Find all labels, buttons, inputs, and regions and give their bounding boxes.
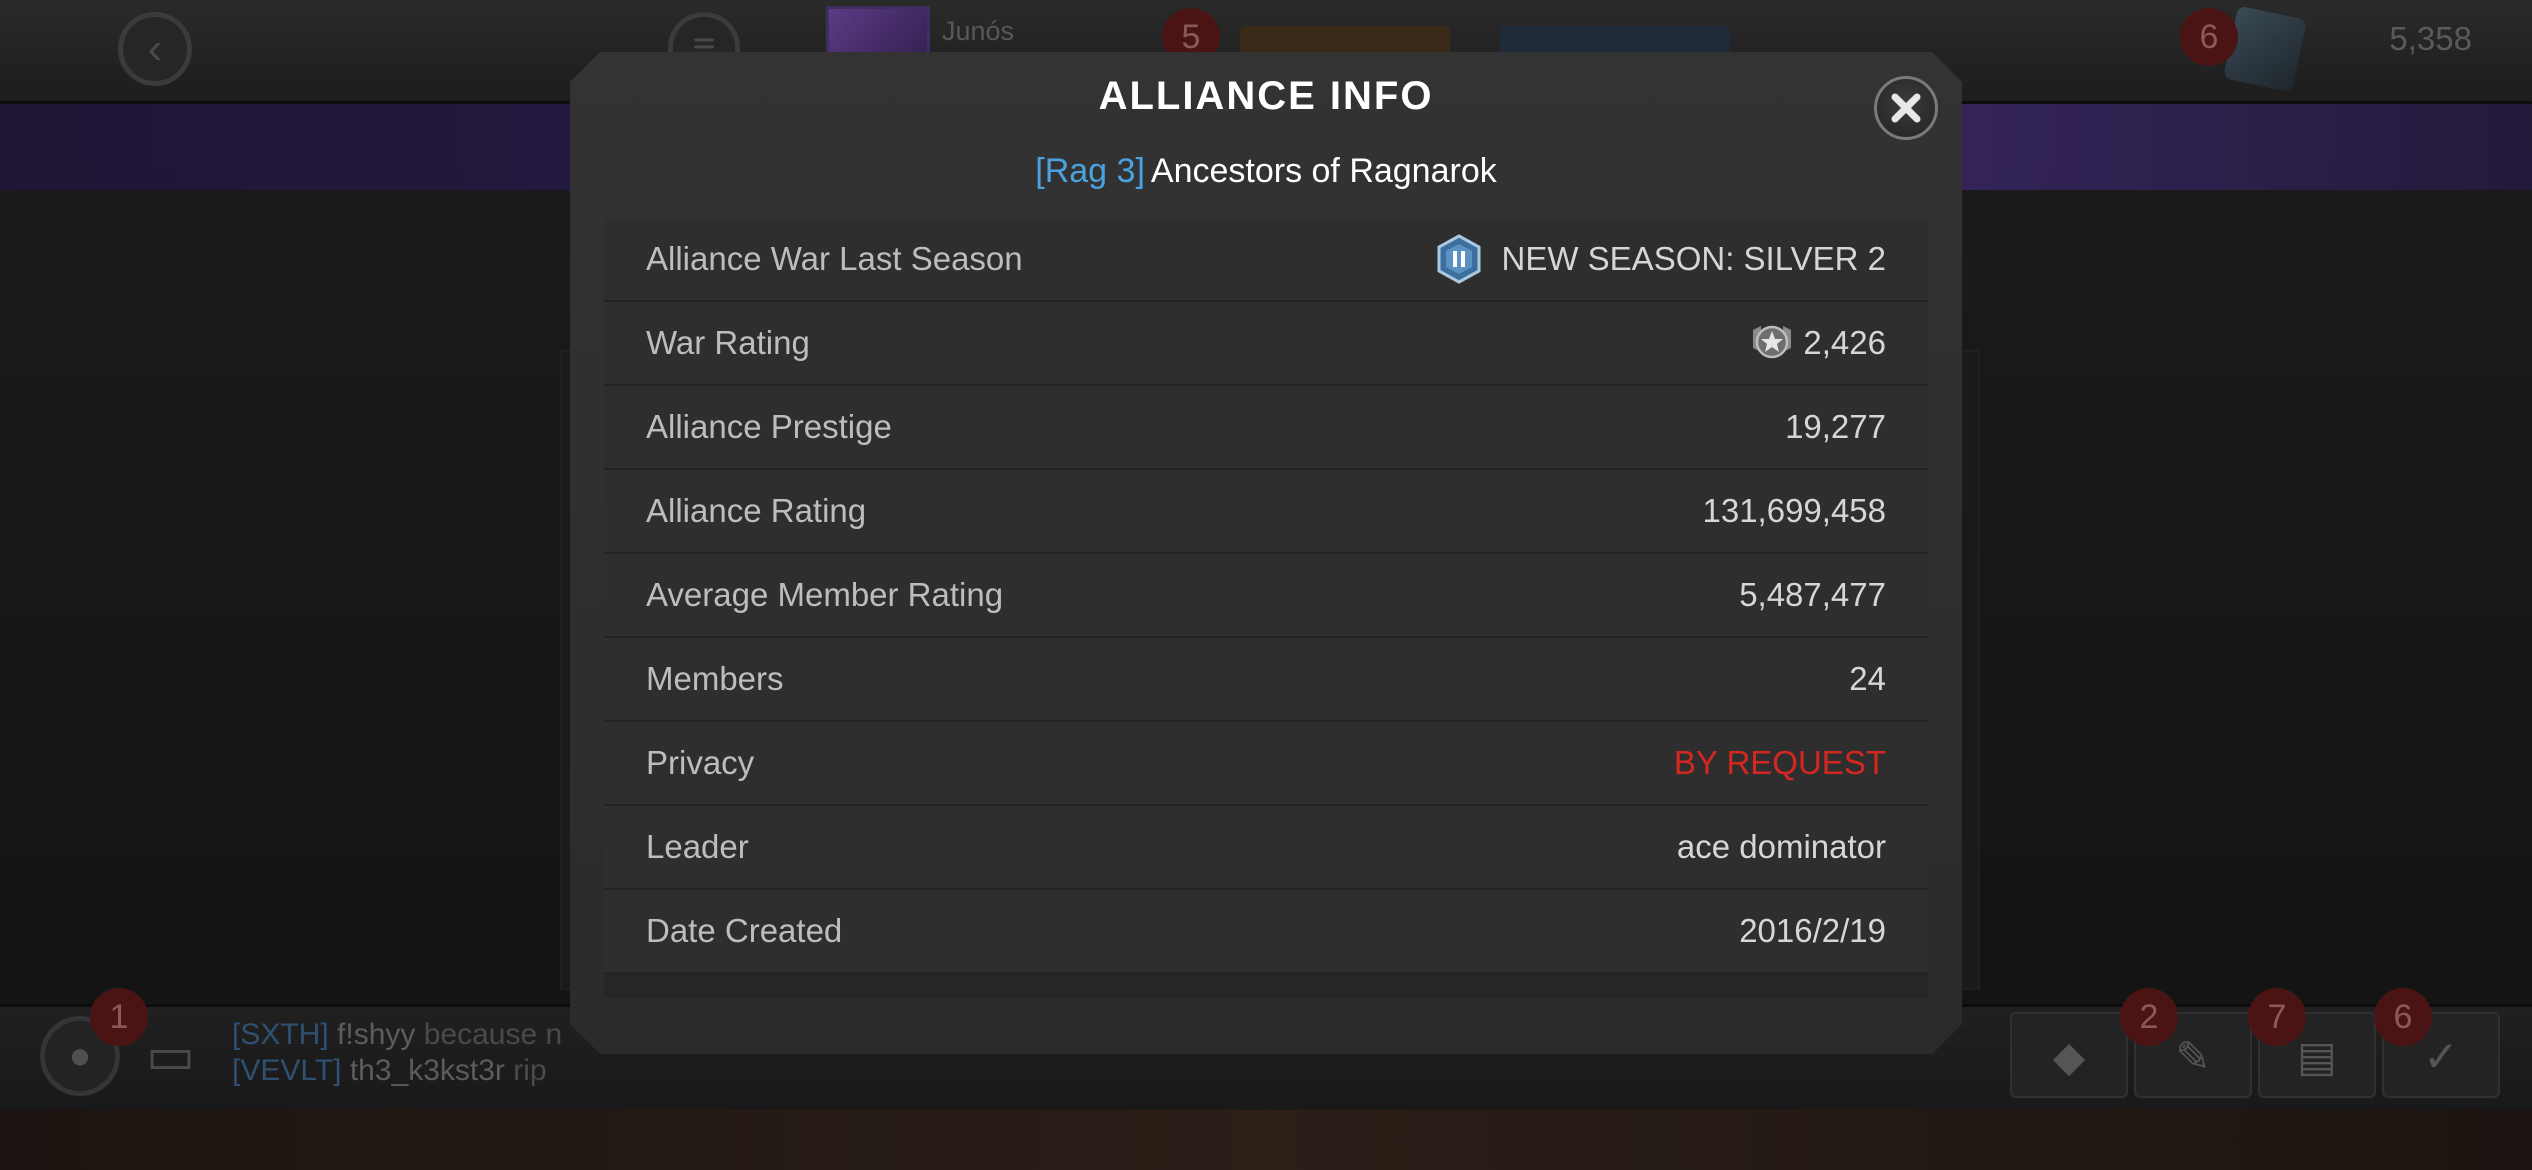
row-value: 2016/2/19 — [1739, 912, 1886, 949]
row-date-created: Date Created 2016/2/19 — [604, 890, 1928, 974]
units-count[interactable]: 5,358 — [2389, 20, 2472, 58]
row-label: Average Member Rating — [646, 576, 1004, 613]
row-label: Members — [646, 660, 784, 697]
row-average-member-rating: Average Member Rating 5,487,477 — [604, 554, 1928, 638]
chat-tag: [VEVLT] — [232, 1054, 342, 1087]
row-alliance-rating: Alliance Rating 131,699,458 — [604, 470, 1928, 554]
row-war-rating: War Rating 2,426 — [604, 302, 1928, 386]
row-label: Alliance Rating — [646, 492, 867, 529]
alliance-name: Ancestors of Ragnarok — [1150, 152, 1497, 190]
privacy-value: BY REQUEST — [1673, 744, 1886, 781]
alliance-tag: [Rag 3] — [1035, 152, 1145, 190]
objectives-badge: 6 — [2374, 988, 2432, 1046]
row-leader: Leader ace dominator — [604, 806, 1928, 890]
row-war-last-season: Alliance War Last Season NEW SEASON: SIL… — [604, 218, 1928, 302]
items-badge: 2 — [2120, 988, 2178, 1046]
user-name: Junós — [942, 16, 1015, 46]
crystal-icon: ◆ — [2052, 1033, 2086, 1080]
quests-item-badge: 7 — [2248, 988, 2306, 1046]
silver-tier-icon — [1434, 234, 1484, 284]
row-label: Privacy — [646, 744, 755, 781]
clipboard-icon: ▤ — [2297, 1033, 2337, 1080]
crystal-button[interactable]: ◆ — [2010, 1012, 2128, 1098]
chat-line[interactable]: [VEVLT] th3_k3kst3r rip — [232, 1054, 547, 1088]
chat-bubble-icon[interactable]: ▭ — [146, 1026, 195, 1086]
chat-name: th3_k3kst3r — [349, 1054, 505, 1087]
row-value: 131,699,458 — [1702, 492, 1886, 529]
chat-message: rip — [513, 1054, 547, 1087]
row-label: Alliance Prestige — [646, 408, 892, 445]
war-season-value: NEW SEASON: SILVER 2 — [1501, 240, 1887, 277]
row-members: Members 24 — [604, 638, 1928, 722]
chevron-left-icon: ‹ — [147, 24, 163, 73]
war-rating-icon — [1749, 322, 1795, 364]
war-rating-value: 2,426 — [1803, 324, 1886, 361]
leader-value[interactable]: ace dominator — [1677, 828, 1886, 866]
scroll-icon: ✎ — [2175, 1033, 2211, 1080]
units-badge: 6 — [2180, 8, 2238, 66]
row-label: Alliance War Last Season — [646, 240, 1023, 277]
row-value: NEW SEASON: SILVER 2 — [1434, 234, 1887, 284]
alliance-name-line: [Rag 3] Ancestors of Ragnarok — [0, 152, 2532, 191]
row-value: 2,426 — [1749, 322, 1886, 364]
chat-line[interactable]: [SXTH] f!shyy because n — [232, 1018, 562, 1052]
row-label: Leader — [646, 828, 749, 865]
row-label: War Rating — [646, 324, 810, 361]
chat-tag: [SXTH] — [232, 1018, 329, 1051]
alliance-badge: 1 — [90, 988, 148, 1046]
row-label: Date Created — [646, 912, 843, 949]
chat-message: because n — [423, 1018, 563, 1051]
checkmark-icon: ✓ — [2423, 1033, 2459, 1080]
row-alliance-prestige: Alliance Prestige 19,277 — [604, 386, 1928, 470]
close-button[interactable] — [1874, 76, 1938, 140]
row-privacy: Privacy BY REQUEST — [604, 722, 1928, 806]
close-icon — [1886, 88, 1926, 128]
row-value: 5,487,477 — [1739, 576, 1886, 613]
people-icon: ● — [68, 1035, 92, 1077]
row-value: 24 — [1849, 660, 1886, 697]
modal-title: ALLIANCE INFO — [1098, 74, 1434, 118]
row-value: 19,277 — [1785, 408, 1886, 445]
bottom-glow — [0, 1110, 2532, 1170]
chat-name: f!shyy — [337, 1018, 416, 1051]
